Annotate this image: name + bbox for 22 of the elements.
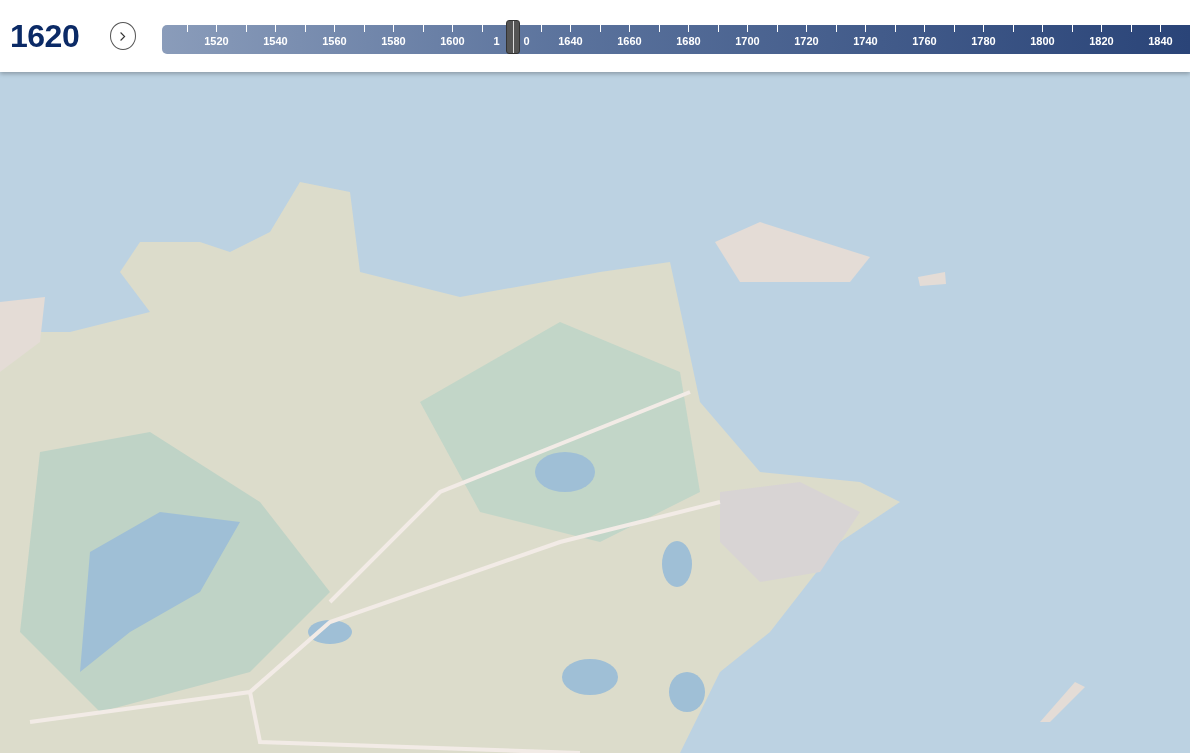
year-label: 1540 [263,34,288,47]
year-label: 1820 [1089,34,1114,47]
year-label: 1640 [558,34,583,47]
year-label: 1660 [617,34,642,47]
year-label: 1 [493,34,500,47]
year-label: 1760 [912,34,937,47]
year-label: 1700 [735,34,760,47]
year-title: 1620 [10,17,81,55]
year-label: 1720 [794,34,819,47]
year-label: 1800 [1030,34,1055,47]
year-label: 1840 [1148,34,1173,47]
next-button[interactable] [109,22,136,50]
year-label: 1680 [676,34,701,47]
slider-thumb[interactable] [505,19,520,54]
year-label: 1780 [971,34,996,47]
year-label: 1520 [204,34,229,47]
year-label: 1560 [322,34,347,47]
chevron-right-icon [118,30,127,42]
year-label: 1740 [853,34,878,47]
year-label: 1600 [440,34,465,47]
year-label: 0 [523,34,530,47]
year-label: 1580 [381,34,406,47]
